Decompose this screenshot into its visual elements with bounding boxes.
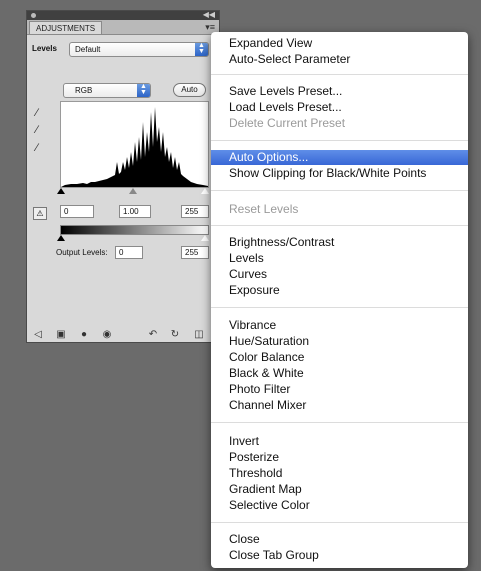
- preset-value: Default: [75, 45, 101, 54]
- chevron-updown-icon: ▲ ▼: [137, 83, 150, 97]
- gamma-slider[interactable]: [129, 188, 137, 194]
- output-gradient-bar: [60, 225, 209, 235]
- menu-item-reset-levels: Reset Levels: [229, 202, 299, 216]
- menu-item-channel-mixer[interactable]: Channel Mixer: [211, 397, 468, 413]
- trash-icon[interactable]: ◫: [193, 329, 205, 340]
- menu-item-exposure[interactable]: Exposure: [211, 282, 468, 298]
- menu-item-brightness-contrast[interactable]: Brightness/Contrast: [211, 234, 468, 250]
- black-point-slider[interactable]: [57, 188, 65, 194]
- menu-item-curves[interactable]: Curves: [211, 266, 468, 282]
- menu-item-expanded-view[interactable]: Expanded View: [211, 35, 468, 51]
- menu-item-auto-options[interactable]: Auto Options...: [211, 150, 468, 165]
- menu-separator: [211, 140, 468, 141]
- reset-icon[interactable]: ↻: [169, 329, 181, 340]
- histogram-graph: [61, 107, 208, 187]
- channel-select[interactable]: RGB ▲ ▼: [63, 83, 151, 98]
- layer-visibility-icon[interactable]: ●: [78, 329, 90, 340]
- panel-footer: ◁ ▣ ● ◉ ↶ ↻ ◫: [27, 329, 219, 343]
- previous-state-icon[interactable]: ↶: [147, 329, 159, 340]
- menu-separator: [211, 225, 468, 226]
- menu-separator: [211, 422, 468, 423]
- menu-item-invert[interactable]: Invert: [211, 433, 468, 449]
- back-arrow-icon[interactable]: ◁: [32, 329, 44, 340]
- output-white-slider[interactable]: [201, 235, 209, 241]
- menu-item-black-white[interactable]: Black & White: [211, 365, 468, 381]
- menu-item-posterize[interactable]: Posterize: [211, 449, 468, 465]
- menu-item-threshold[interactable]: Threshold: [211, 465, 468, 481]
- adjustments-panel: ◀◀ ADJUSTMENTS ▾≡ Levels Default ▲ ▼ RGB …: [26, 10, 220, 343]
- menu-item-show-clipping[interactable]: Show Clipping for Black/White Points: [211, 165, 468, 181]
- menu-separator: [211, 190, 468, 191]
- eye-icon[interactable]: ◉: [101, 329, 113, 340]
- output-black-field[interactable]: 0: [115, 246, 143, 259]
- output-black-slider[interactable]: [57, 235, 65, 241]
- preset-label: Levels: [32, 44, 57, 53]
- menu-item-auto-select-parameter[interactable]: Auto-Select Parameter: [211, 51, 468, 67]
- input-gamma-field[interactable]: 1.00: [119, 205, 151, 218]
- output-white-field[interactable]: 255: [181, 246, 209, 259]
- close-icon[interactable]: [31, 13, 36, 18]
- menu-item-load-preset[interactable]: Load Levels Preset...: [211, 99, 468, 115]
- histogram: [60, 101, 209, 188]
- gray-eyedropper-icon[interactable]: ∕: [36, 124, 48, 138]
- black-eyedropper-icon[interactable]: ∕: [36, 107, 48, 121]
- menu-item-close[interactable]: Close: [211, 531, 468, 547]
- menu-separator: [211, 307, 468, 308]
- menu-item-color-balance[interactable]: Color Balance: [211, 349, 468, 365]
- input-black-field[interactable]: 0: [60, 205, 94, 218]
- menu-item-hue-saturation[interactable]: Hue/Saturation: [211, 333, 468, 349]
- menu-item-levels[interactable]: Levels: [211, 250, 468, 266]
- menu-item-photo-filter[interactable]: Photo Filter: [211, 381, 468, 397]
- tab-adjustments[interactable]: ADJUSTMENTS: [29, 21, 103, 34]
- panel-tab-row: ADJUSTMENTS ▾≡: [27, 20, 219, 35]
- menu-item-close-tab-group[interactable]: Close Tab Group: [211, 547, 468, 563]
- collapse-icon[interactable]: ◀◀: [203, 10, 215, 19]
- output-levels-label: Output Levels:: [56, 248, 108, 257]
- menu-item-save-preset[interactable]: Save Levels Preset...: [211, 83, 468, 99]
- preset-select[interactable]: Default ▲ ▼: [69, 42, 209, 57]
- panel-title-bar: ◀◀: [27, 10, 219, 20]
- menu-separator: [211, 522, 468, 523]
- clip-to-layer-icon[interactable]: ▣: [55, 329, 67, 340]
- input-white-field[interactable]: 255: [181, 205, 209, 218]
- menu-item-delete-preset: Delete Current Preset: [229, 116, 346, 130]
- white-eyedropper-icon[interactable]: ∕: [36, 142, 48, 156]
- menu-item-vibrance[interactable]: Vibrance: [211, 317, 468, 333]
- auto-button[interactable]: Auto: [173, 83, 206, 97]
- panel-options-menu: Expanded View Auto-Select Parameter Save…: [211, 32, 468, 568]
- chevron-updown-icon: ▲ ▼: [195, 42, 208, 56]
- channel-value: RGB: [75, 86, 93, 95]
- menu-item-selective-color[interactable]: Selective Color: [211, 497, 468, 513]
- clipping-warning-icon[interactable]: ⚠: [33, 207, 47, 220]
- menu-item-gradient-map[interactable]: Gradient Map: [211, 481, 468, 497]
- white-point-slider[interactable]: [201, 188, 209, 194]
- menu-separator: [211, 74, 468, 75]
